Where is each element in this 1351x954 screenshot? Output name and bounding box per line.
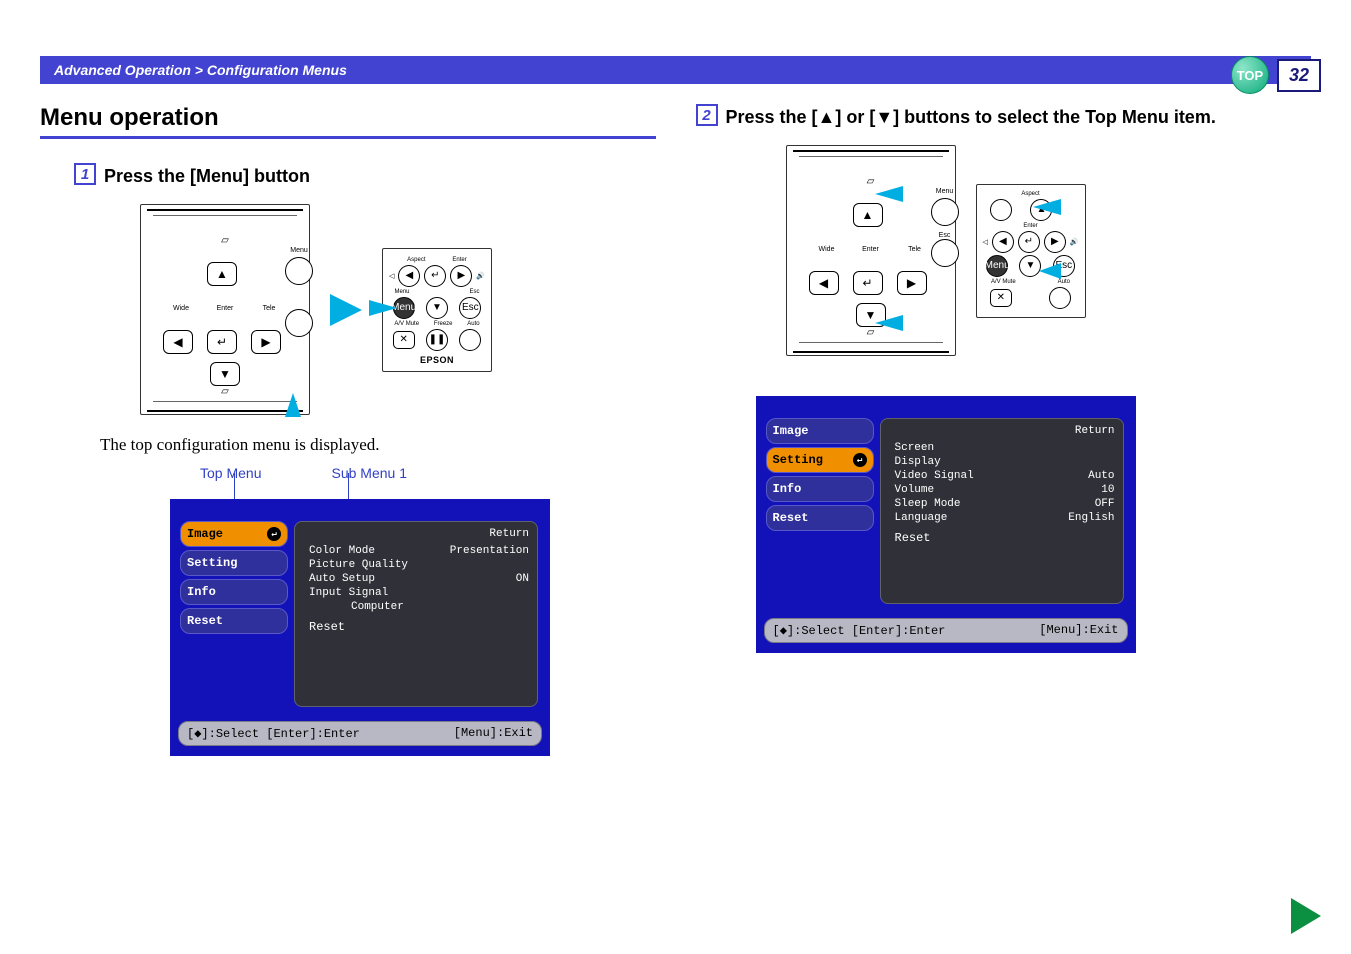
breadcrumb: Advanced Operation > Configuration Menus <box>40 56 1311 84</box>
osd-row: Picture Quality <box>303 558 529 572</box>
section-title: Menu operation <box>40 104 656 139</box>
osd-row: Volume10 <box>889 483 1115 497</box>
up-button-icon: ▲ <box>853 203 883 227</box>
control-panel-diagram-2: ▱ ▲ Wide Enter Tele ◀↵▶ ▼ ▱ Menu <box>786 145 956 356</box>
menu-button-icon <box>285 257 313 285</box>
osd-side-item: Info <box>180 579 288 605</box>
remote-diagram-2: Aspect ▲ Enter ◁◀↵▶🔊 Menu ▼ Esc A/V Mute… <box>976 184 1086 318</box>
page-number: 32 <box>1277 59 1321 92</box>
tele-button-icon: ▶ <box>251 330 281 354</box>
osd-row: Auto SetupON <box>303 572 529 586</box>
arrow-up-icon <box>285 393 301 417</box>
step-1-text: Press the [Menu] button <box>104 163 310 190</box>
down-button-icon: ▼ <box>210 362 240 386</box>
wide-button-icon: ◀ <box>163 330 193 354</box>
osd-row: Sleep ModeOFF <box>889 497 1115 511</box>
arrow-left-icon <box>875 186 903 202</box>
osd-side-item: Image↵ <box>180 521 288 547</box>
osd-side-item: Setting <box>180 550 288 576</box>
osd-row: Video SignalAuto <box>889 469 1115 483</box>
arrow-left-icon <box>1033 199 1061 215</box>
next-page-icon[interactable] <box>1291 898 1321 934</box>
arrow-left-icon <box>1039 263 1061 279</box>
step-2-text: Press the [▲] or [▼] buttons to select t… <box>726 104 1216 131</box>
up-button-icon: ▲ <box>207 262 237 286</box>
caption-text: The top configuration menu is displayed. <box>100 435 656 455</box>
osd-screenshot-2: ImageSetting↵InfoReset Return ScreenDisp… <box>756 396 1136 653</box>
osd-row: LanguageEnglish <box>889 511 1115 525</box>
arrow-right-icon <box>330 294 362 326</box>
osd-row: Display <box>889 455 1115 469</box>
osd-row: Computer <box>303 600 529 614</box>
remote-diagram: AspectEnter ◁ ◀ ↵ ▶ 🔊 MenuEsc Menu ▼ <box>382 248 492 372</box>
osd-row: Screen <box>889 441 1115 455</box>
osd-side-item: Image <box>766 418 874 444</box>
osd-side-item: Info <box>766 476 874 502</box>
brand-logo: EPSON <box>389 355 485 365</box>
control-panel-diagram: ▱ ▲ Wide Enter Tele ◀ ↵ ▶ ▼ <box>140 204 310 415</box>
arrow-right-icon <box>369 300 397 316</box>
osd-side-item: Reset <box>180 608 288 634</box>
osd-row: Color ModePresentation <box>303 544 529 558</box>
osd-screenshot-1: Image↵SettingInfoReset Return Color Mode… <box>170 499 550 756</box>
esc-button-icon <box>285 309 313 337</box>
step-2-number: 2 <box>696 104 718 126</box>
arrow-left-icon <box>875 315 903 331</box>
osd-row: Input Signal <box>303 586 529 600</box>
step-1-number: 1 <box>74 163 96 185</box>
osd-side-item: Reset <box>766 505 874 531</box>
enter-button-icon: ↵ <box>207 330 237 354</box>
osd-side-item: Setting↵ <box>766 447 874 473</box>
top-badge[interactable]: TOP <box>1231 56 1269 94</box>
